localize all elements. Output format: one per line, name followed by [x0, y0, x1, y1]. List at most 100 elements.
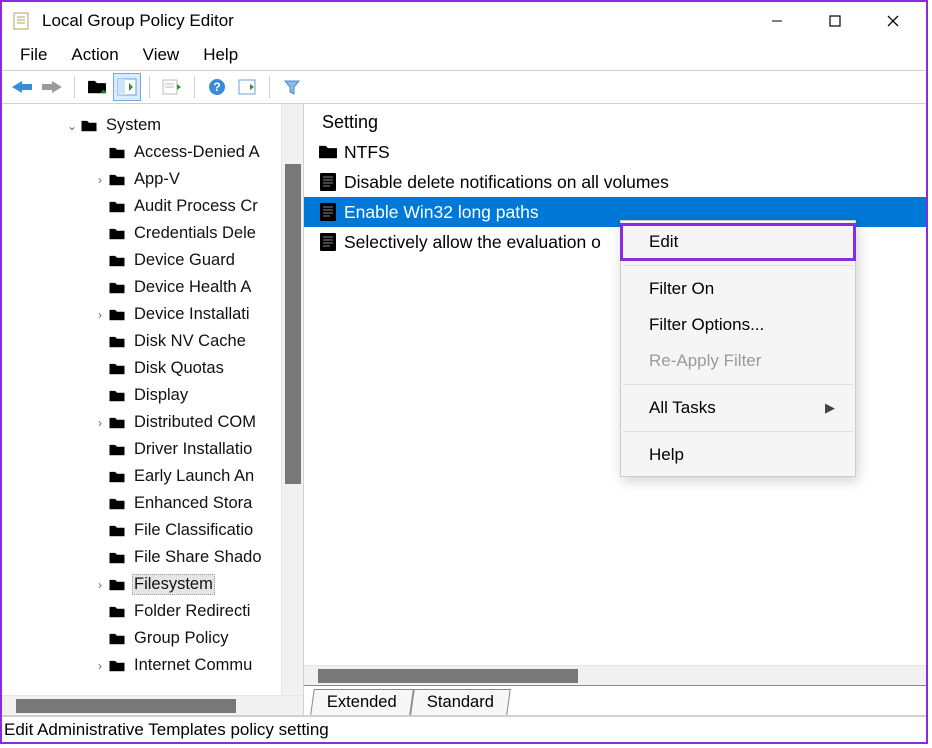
tree-item-label: App-V [132, 170, 182, 189]
tree-item-label: Disk NV Cache [132, 332, 248, 351]
tree-item-label: Credentials Dele [132, 224, 258, 243]
filter-button[interactable] [278, 73, 306, 101]
tree-item-label: Device Installati [132, 305, 252, 324]
menu-action[interactable]: Action [61, 42, 128, 68]
tree-item-label: Driver Installatio [132, 440, 254, 459]
tree-item[interactable]: › Filesystem [2, 571, 303, 598]
tree-vertical-scrollbar[interactable] [281, 104, 303, 715]
tab-extended[interactable]: Extended [310, 689, 413, 715]
tree-item[interactable]: Disk NV Cache [2, 328, 303, 355]
tree-item-label: Folder Redirecti [132, 602, 252, 621]
tree-item[interactable]: Audit Process Cr [2, 193, 303, 220]
tree-pane: ⌄ System Access-Denied A › App-V Audit Proces… [2, 104, 304, 715]
tree-item-label: Group Policy [132, 629, 230, 648]
context-menu-item[interactable]: Filter On [621, 271, 855, 307]
list-folder-item[interactable]: NTFS [304, 137, 926, 167]
tree-item[interactable]: Device Health A [2, 274, 303, 301]
tree-horizontal-scrollbar[interactable] [2, 695, 303, 715]
tree-item-label: Early Launch An [132, 467, 256, 486]
properties-button[interactable] [233, 73, 261, 101]
tab-standard[interactable]: Standard [410, 689, 511, 715]
tree-item[interactable]: Driver Installatio [2, 436, 303, 463]
svg-text:?: ? [213, 80, 220, 94]
list-policy-item[interactable]: Disable delete notifications on all volu… [304, 167, 926, 197]
list-item-label: Enable Win32 long paths [344, 202, 539, 223]
context-menu-separator [623, 384, 853, 385]
context-menu-item[interactable]: All Tasks ▶ [621, 390, 855, 426]
toolbar: ? [2, 70, 926, 104]
context-menu-separator [623, 431, 853, 432]
tree-view[interactable]: ⌄ System Access-Denied A › App-V Audit Proces… [2, 112, 303, 715]
tree-item[interactable]: › App-V [2, 166, 303, 193]
context-menu-item-label: Edit [649, 232, 678, 252]
tree-item[interactable]: Access-Denied A [2, 139, 303, 166]
tree-item[interactable]: › Internet Commu [2, 652, 303, 679]
window-controls [748, 2, 922, 40]
tree-item-label: Filesystem [132, 574, 215, 595]
chevron-right-icon[interactable]: › [92, 578, 108, 592]
list-item-label: Disable delete notifications on all volu… [344, 172, 669, 193]
menu-file[interactable]: File [10, 42, 57, 68]
back-button[interactable] [8, 73, 36, 101]
titlebar: Local Group Policy Editor [2, 2, 926, 40]
context-menu-item-label: All Tasks [649, 398, 716, 418]
context-menu: Edit Filter On Filter Options... Re-Apply F… [620, 220, 856, 477]
close-button[interactable] [864, 2, 922, 40]
tree-item-label: Internet Commu [132, 656, 254, 675]
list-item-label: Selectively allow the evaluation o [344, 232, 601, 253]
tree-item[interactable]: File Share Shado [2, 544, 303, 571]
tree-item-label: Display [132, 386, 190, 405]
context-menu-item[interactable]: Edit [621, 224, 855, 260]
export-list-button[interactable] [158, 73, 186, 101]
tree-item-label: Device Health A [132, 278, 253, 297]
menu-help[interactable]: Help [193, 42, 248, 68]
context-menu-item-label: Help [649, 445, 684, 465]
tree-item[interactable]: Display [2, 382, 303, 409]
tree-item-label: Access-Denied A [132, 143, 262, 162]
list-column-header[interactable]: Setting [304, 104, 926, 137]
context-menu-item[interactable]: Help [621, 437, 855, 473]
app-icon [12, 11, 32, 31]
status-bar: Edit Administrative Templates policy set… [2, 716, 926, 742]
tree-item-label: Audit Process Cr [132, 197, 260, 216]
help-button[interactable]: ? [203, 73, 231, 101]
tree-item[interactable]: Enhanced Stora [2, 490, 303, 517]
list-horizontal-scrollbar[interactable] [304, 665, 926, 685]
context-menu-separator [623, 265, 853, 266]
list-item-label: NTFS [344, 142, 390, 163]
tree-item[interactable]: › Distributed COM [2, 409, 303, 436]
chevron-right-icon[interactable]: › [92, 308, 108, 322]
tree-item-label: Disk Quotas [132, 359, 226, 378]
menu-view[interactable]: View [133, 42, 190, 68]
show-hide-tree-button[interactable] [113, 73, 141, 101]
chevron-down-icon[interactable]: ⌄ [64, 119, 80, 133]
tree-item[interactable]: Device Guard [2, 247, 303, 274]
tree-item[interactable]: Folder Redirecti [2, 598, 303, 625]
tree-item[interactable]: File Classificatio [2, 517, 303, 544]
context-menu-item-label: Re-Apply Filter [649, 351, 761, 371]
chevron-right-icon[interactable]: › [92, 416, 108, 430]
status-text: Edit Administrative Templates policy set… [4, 720, 329, 740]
tab-strip: Extended Standard [304, 685, 926, 715]
tree-item[interactable]: Disk Quotas [2, 355, 303, 382]
minimize-button[interactable] [748, 2, 806, 40]
context-menu-item-label: Filter On [649, 279, 714, 299]
tree-item[interactable]: Early Launch An [2, 463, 303, 490]
tree-item-system[interactable]: ⌄ System [2, 112, 303, 139]
tree-item-label: Distributed COM [132, 413, 258, 432]
context-menu-item[interactable]: Filter Options... [621, 307, 855, 343]
menubar: File Action View Help [2, 40, 926, 70]
context-menu-item-label: Filter Options... [649, 315, 764, 335]
chevron-right-icon[interactable]: › [92, 659, 108, 673]
chevron-right-icon: ▶ [825, 400, 835, 416]
maximize-button[interactable] [806, 2, 864, 40]
tree-item[interactable]: › Device Installati [2, 301, 303, 328]
up-button[interactable] [83, 73, 111, 101]
forward-button[interactable] [38, 73, 66, 101]
tree-item[interactable]: Group Policy [2, 625, 303, 652]
window-title: Local Group Policy Editor [42, 11, 234, 31]
chevron-right-icon[interactable]: › [92, 173, 108, 187]
tree-item-label: System [104, 116, 163, 135]
context-menu-item: Re-Apply Filter [621, 343, 855, 379]
tree-item[interactable]: Credentials Dele [2, 220, 303, 247]
